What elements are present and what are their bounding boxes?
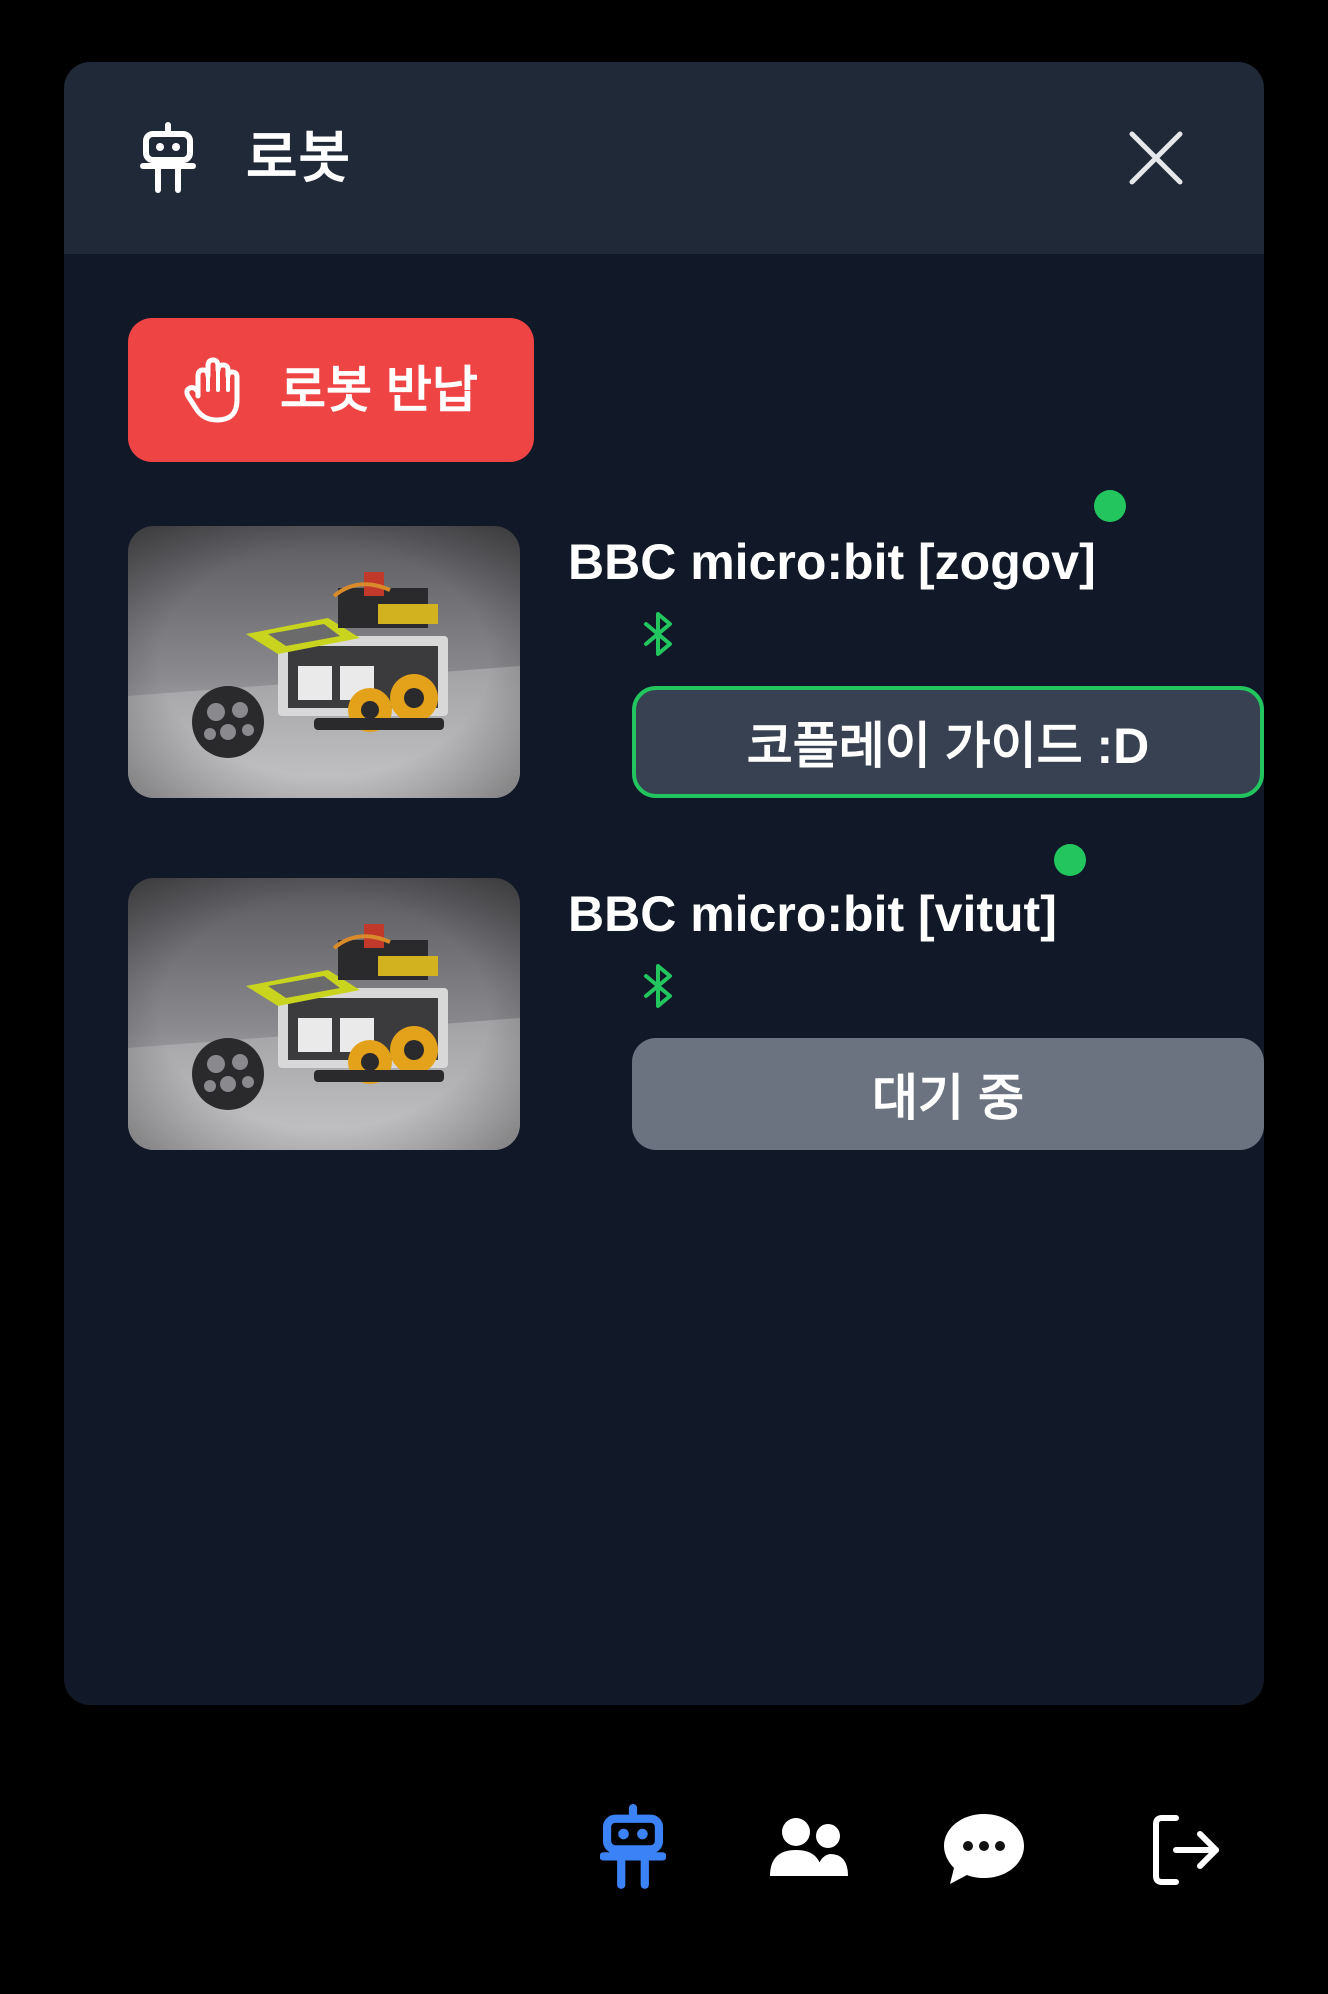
hand-icon [184, 357, 240, 423]
logout-icon[interactable] [1150, 1814, 1222, 1886]
robot-thumbnail [128, 526, 520, 798]
bottom-nav [0, 1790, 1328, 1910]
connected-status-dot [1094, 490, 1126, 522]
users-icon[interactable] [768, 1816, 850, 1880]
chat-icon[interactable] [942, 1812, 1026, 1888]
robot-icon [140, 122, 196, 193]
bluetooth-icon [644, 612, 672, 656]
robot-name: BBC micro:bit [vitut] [568, 886, 1057, 942]
robot-icon[interactable] [600, 1804, 666, 1890]
return-robot-label: 로봇 반납 [280, 362, 478, 418]
waiting-button[interactable]: 대기 중 [632, 1038, 1264, 1150]
panel-header: 로봇 [64, 62, 1264, 254]
bluetooth-icon [644, 964, 672, 1008]
close-icon[interactable] [1128, 130, 1184, 186]
connected-status-dot [1054, 844, 1086, 876]
robot-thumbnail [128, 878, 520, 1150]
return-robot-button[interactable]: 로봇 반납 [128, 318, 534, 462]
robot-list-item: BBC micro:bit [zogov] 코플레이 가이드 :D [128, 490, 1264, 798]
panel-title: 로봇 [246, 126, 352, 189]
robot-panel: 로봇 로봇 반납 BBC micro:bit [zogov] 코플레이 가이드 … [64, 62, 1264, 1705]
robot-list-item: BBC micro:bit [vitut] 대기 중 [128, 844, 1264, 1150]
coplay-guide-button[interactable]: 코플레이 가이드 :D [632, 686, 1264, 798]
robot-name: BBC micro:bit [zogov] [568, 534, 1096, 590]
